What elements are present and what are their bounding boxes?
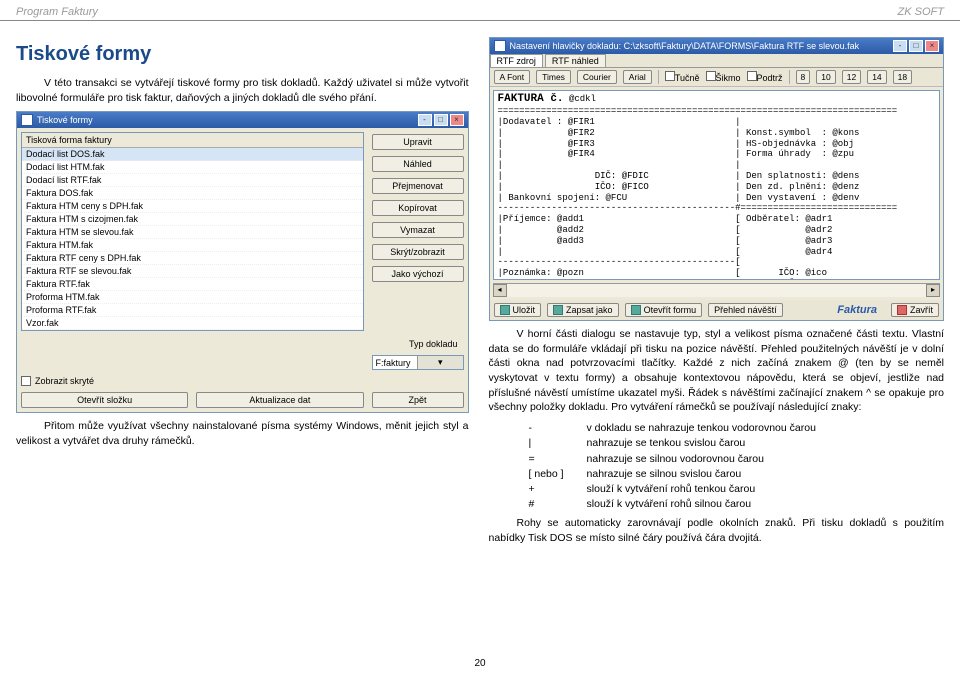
close-button[interactable]: ×: [925, 40, 939, 52]
header-left: Program Faktury: [16, 6, 98, 18]
scroll-left-icon[interactable]: ◂: [493, 284, 507, 297]
upravit-button[interactable]: Upravit: [372, 134, 464, 150]
editor-toolbar: A Font Times Courier Arial Tučně Šikmo P…: [490, 68, 943, 87]
size-18-button[interactable]: 18: [893, 70, 912, 84]
tiskove-formy-window: Tiskové formy - □ × Tisková forma faktur…: [16, 111, 469, 413]
editor-tabs: RTF zdroj RTF náhled: [490, 54, 943, 68]
section-title: Tiskové formy: [16, 43, 469, 66]
editor-bottom-bar: Uložit Zapsat jako Otevřít formu Přehled…: [490, 300, 943, 320]
times-button[interactable]: Times: [536, 70, 571, 84]
page-number: 20: [0, 658, 960, 669]
right-paragraph-1: V horní části dialogu se nastavuje typ, …: [489, 327, 944, 415]
list-item[interactable]: Faktura RTF ceny s DPH.fak: [22, 252, 363, 265]
size-14-button[interactable]: 14: [867, 70, 886, 84]
tab-rtf-zdroj[interactable]: RTF zdroj: [490, 54, 543, 67]
bullet-item: -v dokladu se nahrazuje tenkou vodorovno…: [529, 421, 944, 436]
ed-title: Nastavení hlavičky dokladu: C:\zksoft\Fa…: [510, 41, 860, 51]
size-8-button[interactable]: 8: [796, 70, 811, 84]
bullet-item: #slouží k vytváření rohů silnou čarou: [529, 497, 944, 512]
vychozi-button[interactable]: Jako výchozí: [372, 266, 464, 282]
bullet-item: +slouží k vytváření rohů tenkou čarou: [529, 482, 944, 497]
tucne-checkbox[interactable]: Tučně: [665, 71, 700, 83]
bullet-list: -v dokladu se nahrazuje tenkou vodorovno…: [529, 421, 944, 512]
zpet-button[interactable]: Zpět: [372, 392, 464, 408]
tab-rtf-nahled[interactable]: RTF náhled: [545, 54, 606, 67]
otevrit-slozku-button[interactable]: Otevřít složku: [21, 392, 188, 408]
editor-content: ========================================…: [498, 106, 935, 280]
chevron-down-icon[interactable]: ▾: [417, 356, 463, 369]
skryt-button[interactable]: Skrýt/zobrazit: [372, 244, 464, 260]
list-item[interactable]: Vzor.fak: [22, 317, 363, 330]
window-icon: [494, 40, 506, 52]
checkbox-icon[interactable]: [21, 376, 31, 386]
open-icon: [631, 305, 641, 315]
size-10-button[interactable]: 10: [816, 70, 835, 84]
list-item[interactable]: Faktura RTF se slevou.fak: [22, 265, 363, 278]
ed-titlebar: Nastavení hlavičky dokladu: C:\zksoft\Fa…: [490, 38, 943, 54]
intro-paragraph-1: V této transakci se vytvářejí tiskové fo…: [16, 76, 469, 105]
list-item[interactable]: Faktura HTM ceny s DPH.fak: [22, 200, 363, 213]
close-icon: [897, 305, 907, 315]
kopirovat-button[interactable]: Kopírovat: [372, 200, 464, 216]
faktura-label: Faktura: [829, 304, 885, 316]
list-item[interactable]: Faktura HTM s cizojmen.fak: [22, 213, 363, 226]
tf-titlebar: Tiskové formy - □ ×: [17, 112, 468, 128]
list-item[interactable]: Proforma RTF.fak: [22, 304, 363, 317]
list-header: Tisková forma faktury: [22, 133, 363, 148]
editor-window: Nastavení hlavičky dokladu: C:\zksoft\Fa…: [489, 37, 944, 321]
zobrazit-skryte-checkbox[interactable]: Zobrazit skryté: [21, 376, 364, 386]
maximize-button[interactable]: □: [434, 114, 448, 126]
minimize-button[interactable]: -: [418, 114, 432, 126]
separator: [789, 70, 790, 84]
list-item[interactable]: Faktura HTM se slevou.fak: [22, 226, 363, 239]
bullet-item: =nahrazuje se silnou vodorovnou čarou: [529, 452, 944, 467]
prehled-button[interactable]: Přehled návěští: [708, 303, 783, 317]
courier-button[interactable]: Courier: [577, 70, 617, 84]
list-item[interactable]: Dodací list HTM.fak: [22, 161, 363, 174]
list-item[interactable]: Dodací list DOS.fak: [22, 148, 363, 161]
separator: [658, 70, 659, 84]
intro-paragraph-2: Přitom může využívat všechny nainstalova…: [16, 419, 469, 448]
zapsat-jako-button[interactable]: Zapsat jako: [547, 303, 619, 317]
typ-dokladu-label: Typ dokladu: [372, 339, 464, 349]
minimize-button[interactable]: -: [893, 40, 907, 52]
nahled-button[interactable]: Náhled: [372, 156, 464, 172]
vymazat-button[interactable]: Vymazat: [372, 222, 464, 238]
close-button[interactable]: ×: [450, 114, 464, 126]
bullet-item: |nahrazuje se tenkou svislou čarou: [529, 436, 944, 451]
maximize-button[interactable]: □: [909, 40, 923, 52]
tf-title: Tiskové formy: [37, 115, 93, 125]
horizontal-scrollbar[interactable]: ◂ ▸: [493, 283, 940, 297]
font-button[interactable]: A Font: [494, 70, 531, 84]
list-item[interactable]: Faktura DOS.fak: [22, 187, 363, 200]
editor-textarea[interactable]: FAKTURA č. @cdkl =======================…: [493, 90, 940, 280]
arial-button[interactable]: Arial: [623, 70, 652, 84]
scroll-right-icon[interactable]: ▸: [926, 284, 940, 297]
size-12-button[interactable]: 12: [842, 70, 861, 84]
aktualizace-button[interactable]: Aktualizace dat: [196, 392, 363, 408]
prejmenovat-button[interactable]: Přejmenovat: [372, 178, 464, 194]
save-as-icon: [553, 305, 563, 315]
otevrit-formu-button[interactable]: Otevřít formu: [625, 303, 703, 317]
scroll-track[interactable]: [507, 284, 926, 297]
zavrit-button[interactable]: Zavřít: [891, 303, 939, 317]
podtrz-checkbox[interactable]: Podtrž: [747, 71, 783, 83]
list-item[interactable]: Proforma HTM.fak: [22, 291, 363, 304]
header-right: ZK SOFT: [898, 6, 944, 18]
typ-dokladu-combo[interactable]: F:faktury▾: [372, 355, 464, 370]
list-item[interactable]: Dodací list RTF.fak: [22, 174, 363, 187]
window-icon: [21, 114, 33, 126]
list-item[interactable]: Faktura RTF.fak: [22, 278, 363, 291]
bullet-item: [ nebo ]nahrazuje se silnou svislou čaro…: [529, 467, 944, 482]
right-paragraph-2: Rohy se automaticky zarovnávají podle ok…: [489, 516, 944, 545]
ulozit-button[interactable]: Uložit: [494, 303, 542, 317]
save-icon: [500, 305, 510, 315]
sikmo-checkbox[interactable]: Šikmo: [706, 71, 741, 83]
forms-list[interactable]: Tisková forma faktury Dodací list DOS.fa…: [21, 132, 364, 331]
list-item[interactable]: Faktura HTM.fak: [22, 239, 363, 252]
